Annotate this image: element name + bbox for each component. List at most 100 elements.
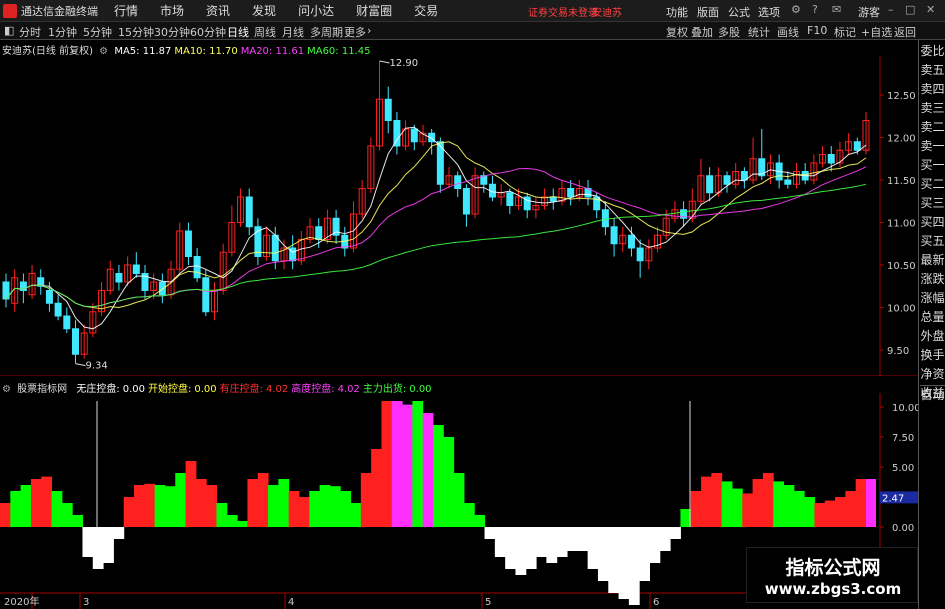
indicator-bar-control — [298, 497, 310, 527]
indicator-bar-distribution — [453, 473, 465, 527]
indicator-bar-control — [185, 461, 197, 527]
menu-layout[interactable]: 版面 — [697, 4, 719, 20]
menu-options[interactable]: 选项 — [758, 4, 780, 20]
indicator-bar-control — [690, 491, 702, 527]
statistics-button[interactable]: 统计 — [748, 24, 770, 40]
app-logo-icon — [3, 3, 17, 18]
return-button[interactable]: 返回 — [894, 24, 916, 40]
help-icon[interactable]: ? — [812, 3, 818, 16]
time-tick-label: 3 — [83, 597, 89, 608]
high-price-label: 12.90 — [390, 58, 419, 69]
indicator-bar-distribution — [268, 485, 279, 527]
multi-stock-button[interactable]: 多股 — [718, 24, 740, 40]
minimize-icon[interactable]: – — [888, 3, 894, 16]
period-60min[interactable]: 60分钟 — [190, 24, 226, 40]
overlay-button[interactable]: 叠加 — [691, 24, 713, 40]
guest-user[interactable]: 游客 — [858, 4, 880, 20]
indicator-bar-no-control — [628, 527, 640, 605]
quote-field-label: 买二 — [920, 177, 945, 191]
ma20-line — [5, 166, 867, 308]
time-tick-label: 2020年 — [4, 595, 39, 608]
quote-field-label: 委比 — [920, 44, 945, 58]
price-tick-label: 10.50 — [887, 261, 916, 272]
quote-field-label: 卖一 — [920, 139, 945, 153]
menu-market[interactable]: 市场 — [160, 2, 184, 19]
high-annotation-pointer — [379, 60, 390, 64]
close-icon[interactable]: ✕ — [926, 3, 935, 16]
period-more[interactable]: 更多 — [344, 24, 366, 40]
quote-field-label: 卖二 — [920, 120, 945, 134]
indicator-bar-distribution — [340, 491, 352, 527]
candle-down — [115, 273, 123, 283]
indicator-bar-distribution — [433, 425, 444, 527]
candle-down — [610, 226, 618, 245]
period-5min[interactable]: 5分钟 — [83, 24, 112, 40]
indicator-bar-distribution — [721, 481, 733, 527]
indicator-bar-distribution — [278, 479, 290, 527]
menu-formula[interactable]: 公式 — [728, 4, 750, 20]
restore-rights-button[interactable]: 复权 — [666, 24, 688, 40]
indicator-bar-no-control — [639, 527, 650, 581]
f10-button[interactable]: F10 — [807, 24, 827, 37]
add-watchlist-button[interactable]: +自选 — [861, 24, 892, 40]
candle-down — [184, 230, 192, 257]
period-multi[interactable]: 多周期 — [310, 24, 343, 40]
candle-down — [462, 188, 470, 215]
period-weekly[interactable]: 周线 — [254, 24, 276, 40]
indicator-bar-no-control — [536, 527, 547, 557]
security-name: 安迪苏 — [592, 8, 622, 19]
quote-field-label: 买三 — [920, 196, 945, 210]
indicator-bar-distribution — [804, 497, 815, 527]
menu-ask[interactable]: 问小达 — [298, 2, 334, 19]
more-arrow-icon[interactable]: › — [367, 24, 371, 37]
indicator-current-value: 2.47 — [882, 493, 904, 504]
candle-down — [601, 209, 609, 228]
menu-discover[interactable]: 发现 — [252, 2, 276, 19]
settings-icon[interactable]: ⚙ — [791, 3, 801, 16]
period-monthly[interactable]: 月线 — [282, 24, 304, 40]
menu-news[interactable]: 资讯 — [206, 2, 230, 19]
time-tick-label: 5 — [485, 597, 491, 608]
message-icon[interactable]: ✉ — [832, 3, 841, 16]
candle-down — [636, 247, 644, 262]
candle-down — [506, 192, 514, 206]
period-intraday[interactable]: 分时 — [19, 24, 41, 40]
indicator-bar-no-control — [659, 527, 671, 551]
indicator-bar-distribution — [175, 473, 187, 527]
indicator-bar-distribution — [10, 491, 22, 527]
candle-down — [71, 328, 79, 355]
menu-trade[interactable]: 交易 — [414, 2, 438, 19]
indicator-bar-control — [144, 483, 156, 527]
quote-field-label: 净资 — [920, 367, 945, 381]
menu-function[interactable]: 功能 — [666, 4, 688, 20]
period-15min[interactable]: 15分钟 — [118, 24, 154, 40]
candle-down — [158, 281, 166, 296]
menu-quotes[interactable]: 行情 — [114, 2, 138, 19]
candlestick-chart[interactable]: 12.50 12.00 11.50 11.00 10.50 10.00 9.50 12.90 9… — [0, 40, 918, 376]
quote-field-label: 涨幅 — [920, 291, 945, 305]
indicator-header: ⚙ 股票指标网 无庄控盘: 0.00 开始控盘: 0.00 有庄控盘: 4.02 高度控盘:… — [2, 380, 435, 395]
price-tick-label: 9.50 — [887, 346, 909, 357]
menu-wealth[interactable]: 财富圈 — [356, 2, 392, 19]
security-login-alert[interactable]: 证券交易未登录 — [528, 4, 598, 19]
indicator-bar-control — [814, 503, 826, 527]
auto-button[interactable]: 自动 — [920, 385, 945, 405]
mark-button[interactable]: 标记 — [834, 24, 856, 40]
indicator-bar-no-control — [556, 527, 568, 557]
period-30min[interactable]: 30分钟 — [154, 24, 190, 40]
indicator-bar-control — [195, 479, 207, 527]
indicator-bar-distribution — [783, 485, 795, 527]
indicator-bar-control — [41, 476, 53, 527]
maximize-icon[interactable]: □ — [905, 3, 915, 16]
period-1min[interactable]: 1分钟 — [48, 24, 77, 40]
candle-down — [384, 98, 392, 121]
period-daily[interactable]: 日线 — [227, 24, 249, 40]
indicator-bar-no-control — [608, 527, 620, 593]
quote-field-label: 卖三 — [920, 101, 945, 115]
draw-line-button[interactable]: 画线 — [777, 24, 799, 40]
quote-side-panel: 委比 卖五 卖四 卖三 卖二 卖一 买一 买二 买三 买四 买五 最新 涨跌 涨幅 总量 外盘 换手 净资 收益 自动 — [918, 40, 945, 609]
quote-field-label: 涨跌 — [920, 272, 945, 286]
ma60-line — [5, 183, 867, 308]
quote-field-label: 买一 — [920, 158, 945, 172]
back-icon[interactable]: ◧ — [4, 24, 14, 37]
